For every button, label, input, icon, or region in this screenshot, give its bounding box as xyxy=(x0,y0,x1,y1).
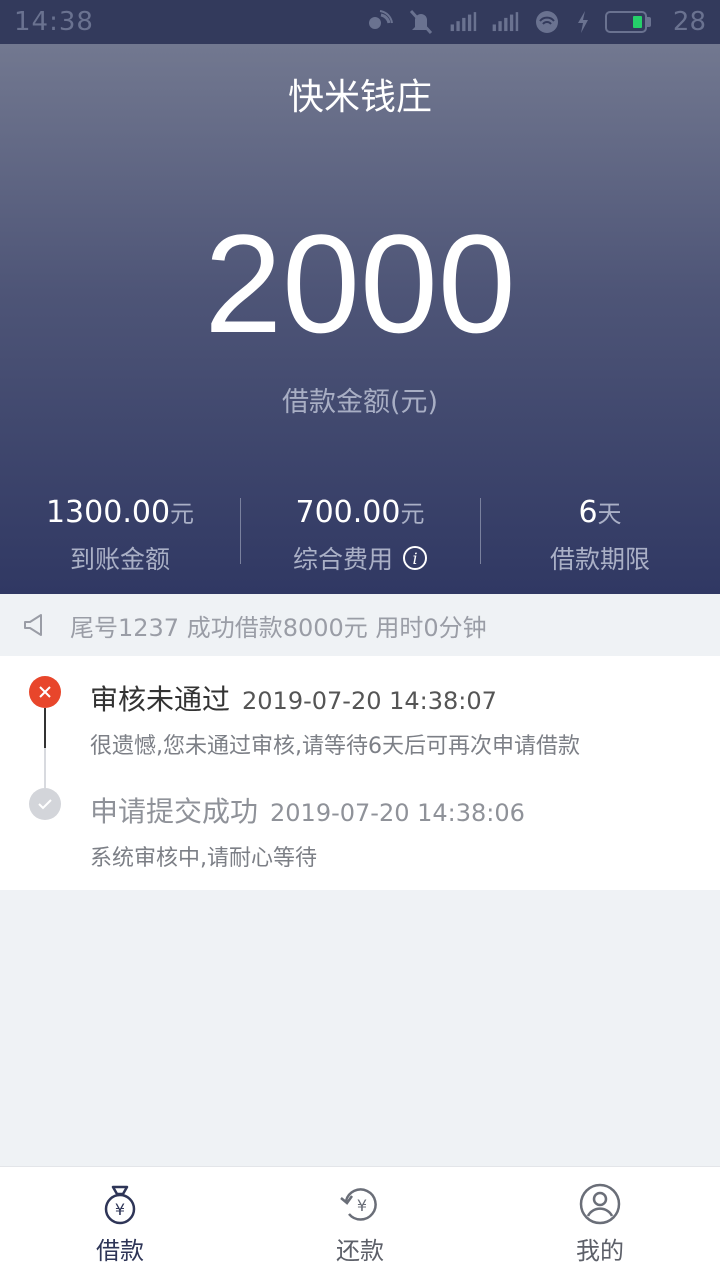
stat-term: 6天 借款期限 xyxy=(480,494,720,574)
stat-value: 1300.00 xyxy=(45,495,171,530)
tab-repay[interactable]: ¥ 还款 xyxy=(240,1167,480,1280)
battery-icon xyxy=(604,11,651,33)
timeline-time: 2019-07-20 14:38:07 xyxy=(242,687,497,715)
status-time: 14:38 xyxy=(14,7,94,37)
battery-level: 28 xyxy=(672,7,706,37)
tab-label: 还款 xyxy=(336,1237,384,1265)
timeline-desc: 系统审核中,请耐心等待 xyxy=(90,846,317,871)
status-bar: 14:38 28 xyxy=(0,0,720,44)
loan-summary: 快米钱庄 2000 借款金额(元) 1300.00元 到账金额 700.00元 … xyxy=(0,44,720,594)
charging-icon xyxy=(577,11,588,33)
timeline-time: 2019-07-20 14:38:06 xyxy=(270,799,525,827)
tab-borrow[interactable]: ¥ 借款 xyxy=(0,1167,240,1280)
timeline-connector xyxy=(44,748,46,788)
page-title: 快米钱庄 xyxy=(287,77,432,118)
tab-label: 我的 xyxy=(576,1237,624,1265)
stat-value: 700.00 xyxy=(295,495,401,530)
loan-amount-label: 借款金额(元) xyxy=(281,387,439,418)
signal-wave-icon xyxy=(368,10,393,29)
wifi-icon xyxy=(535,11,558,33)
loan-amount: 2000 xyxy=(204,205,516,362)
status-icons: 28 xyxy=(365,7,706,37)
stat-value: 6 xyxy=(578,495,598,530)
check-icon xyxy=(29,788,61,820)
timeline-status: 审核未通过 xyxy=(90,683,231,716)
svg-text:¥: ¥ xyxy=(115,1200,125,1219)
loan-stats: 1300.00元 到账金额 700.00元 综合费用 i 6天 借款期限 xyxy=(0,494,720,574)
user-icon xyxy=(579,1183,621,1225)
signal-bars-icon xyxy=(492,12,519,32)
notice-bar: 尾号1237 成功借款8000元 用时0分钟 xyxy=(0,594,720,656)
notice-text: 尾号1237 成功借款8000元 用时0分钟 xyxy=(70,613,487,642)
bottom-tab-bar: ¥ 借款 ¥ 还款 我的 xyxy=(0,1166,720,1280)
stat-fee: 700.00元 综合费用 i xyxy=(240,494,480,574)
tab-label: 借款 xyxy=(96,1237,144,1265)
stat-unit: 天 xyxy=(597,500,622,528)
signal-4g-icon xyxy=(450,12,477,32)
timeline-item-title: 申请提交成功 2019-07-20 14:38:06 xyxy=(90,790,525,830)
tab-mine[interactable]: 我的 xyxy=(480,1167,720,1280)
stat-received: 1300.00元 到账金额 xyxy=(0,494,240,574)
stat-label: 综合费用 xyxy=(292,545,393,574)
speaker-icon xyxy=(24,614,42,636)
mute-bell-icon xyxy=(409,9,433,35)
close-icon xyxy=(29,676,61,708)
repay-icon: ¥ xyxy=(340,1188,377,1221)
timeline-item-title: 审核未通过 2019-07-20 14:38:07 xyxy=(90,678,497,718)
timeline-connector xyxy=(44,708,46,748)
stat-label: 到账金额 xyxy=(69,545,170,574)
stat-unit: 元 xyxy=(400,500,425,528)
stat-unit: 元 xyxy=(170,500,195,528)
timeline-status: 申请提交成功 xyxy=(90,795,259,828)
svg-text:¥: ¥ xyxy=(357,1196,367,1215)
money-bag-icon: ¥ xyxy=(104,1185,136,1225)
stat-label: 借款期限 xyxy=(549,545,650,574)
timeline-desc: 很遗憾,您未通过审核,请等待6天后可再次申请借款 xyxy=(90,734,580,759)
info-icon[interactable]: i xyxy=(403,546,427,570)
